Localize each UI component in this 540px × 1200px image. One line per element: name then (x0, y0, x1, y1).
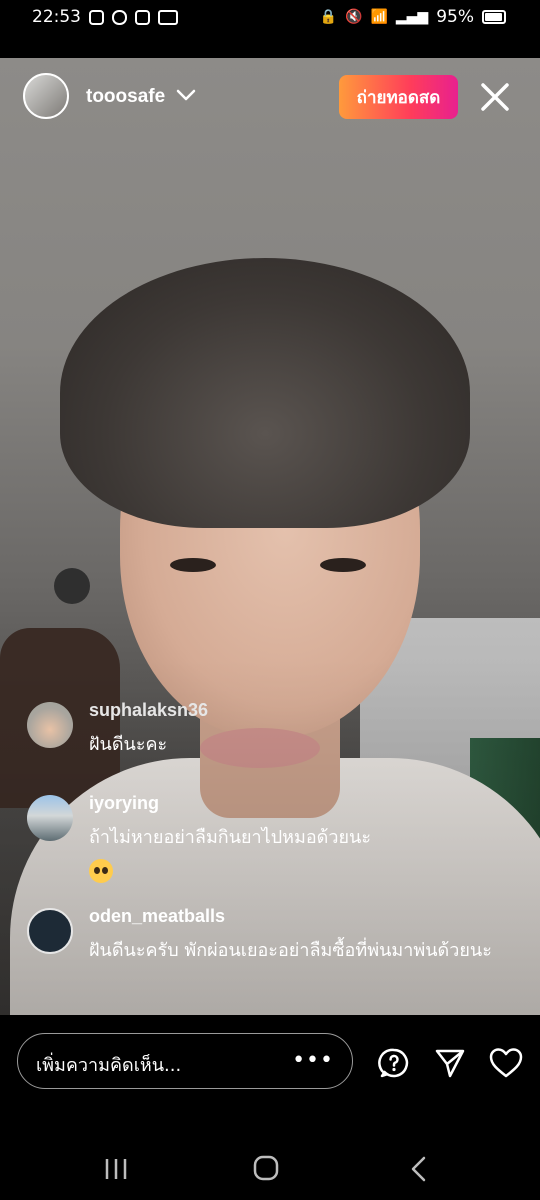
send-icon[interactable] (434, 1047, 466, 1079)
comment-text-block: ถ้าไม่หายอย่าลืมกินยาไปหมอด้วยนะ (89, 821, 529, 887)
back-icon[interactable] (410, 1156, 428, 1182)
comment-username[interactable]: oden_meatballs (89, 906, 225, 927)
more-options-icon[interactable]: ••• (292, 1050, 334, 1072)
mute-icon: 🔇 (345, 9, 363, 25)
comment-text: ถ้าไม่หายอย่าลืมกินยาไปหมอด้วยนะ (89, 827, 371, 848)
commenter-avatar[interactable] (27, 702, 73, 748)
comment-username[interactable]: iyorying (89, 793, 159, 814)
status-left: 22:53 (32, 7, 178, 27)
host-avatar[interactable] (23, 73, 69, 119)
question-icon[interactable] (378, 1047, 410, 1079)
video-icon (158, 9, 178, 25)
bottom-bar: เพิ่มความคิดเห็น... ••• (0, 1015, 540, 1115)
comment-input-placeholder: เพิ่มความคิดเห็น... (36, 1055, 182, 1076)
comment-username[interactable]: suphalaksn36 (89, 700, 208, 721)
status-time: 22:53 (32, 7, 81, 27)
comment-text: ฝันดีนะครับ พักผ่อนเยอะอย่าลืมซื้อที่พ่น… (89, 940, 492, 961)
close-icon[interactable] (478, 80, 512, 114)
status-right: 🔒 🔇 📶 ▂▄▆ 95% (320, 7, 506, 27)
streamer-hair (60, 258, 470, 528)
commenter-avatar[interactable] (27, 795, 73, 841)
status-bar: 22:53 🔒 🔇 📶 ▂▄▆ 95% (0, 0, 540, 34)
pleading-face-emoji-icon (89, 859, 113, 883)
notification-icon (89, 9, 104, 25)
go-live-button[interactable]: ถ่ายทอดสด (339, 75, 458, 119)
recent-apps-icon[interactable] (103, 1158, 129, 1180)
home-icon[interactable] (253, 1155, 279, 1181)
battery-icon (482, 10, 506, 24)
comment-text: ฝันดีนะคะ (89, 734, 168, 755)
heart-icon[interactable] (489, 1047, 523, 1079)
streamer-eye-left (170, 558, 216, 572)
streamer-eye-right (320, 558, 366, 572)
chevron-down-icon[interactable] (176, 88, 196, 102)
comment-input[interactable]: เพิ่มความคิดเห็น... ••• (17, 1033, 353, 1089)
navigation-bar (0, 1115, 540, 1200)
wifi-icon: 📶 (370, 9, 388, 25)
battery-percent: 95% (436, 7, 474, 27)
notification-icon (135, 9, 150, 25)
commenter-avatar[interactable] (27, 908, 73, 954)
lock-icon: 🔒 (319, 9, 338, 25)
host-name[interactable]: tooosafe (86, 86, 165, 108)
signal-icon: ▂▄▆ (395, 9, 429, 25)
line-icon (112, 9, 127, 25)
